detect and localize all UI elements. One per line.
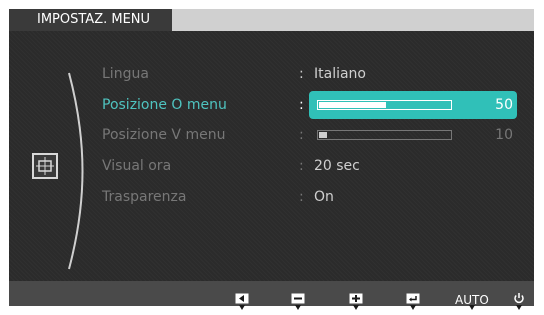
- button-indicator: [410, 305, 416, 310]
- menu-arc-decoration: [68, 72, 84, 270]
- menu-item-trasparenza[interactable]: Trasparenza : On: [102, 185, 517, 209]
- slider-fill: [319, 102, 386, 108]
- menu-item-label: Trasparenza: [102, 189, 187, 205]
- osd-menu: IMPOSTAZ. MENU Lingua : Italiano Posizio…: [9, 9, 534, 310]
- horizontal-position-slider[interactable]: [317, 100, 452, 110]
- power-button[interactable]: [513, 289, 525, 310]
- button-indicator: [469, 305, 475, 310]
- menu-item-lingua[interactable]: Lingua : Italiano: [102, 62, 517, 86]
- button-indicator: [239, 305, 245, 310]
- button-indicator: [353, 305, 359, 310]
- slider-value: 10: [495, 127, 513, 143]
- menu-item-value: Italiano: [314, 66, 366, 82]
- slider-value: 50: [495, 97, 513, 113]
- separator: :: [299, 97, 304, 113]
- menu-item-posizione-v[interactable]: Posizione V menu : 10: [102, 123, 517, 147]
- minus-button[interactable]: [291, 289, 305, 310]
- menu-position-icon: [32, 153, 58, 179]
- plus-button[interactable]: [349, 289, 363, 310]
- menu-title: IMPOSTAZ. MENU: [9, 9, 172, 31]
- menu-item-label: Lingua: [102, 66, 149, 82]
- slider-fill: [319, 132, 327, 138]
- button-guide-bar: AUTO: [9, 281, 534, 310]
- menu-item-label: Visual ora: [102, 158, 172, 174]
- minus-icon: [291, 293, 305, 304]
- menu-item-value: On: [314, 189, 334, 205]
- power-icon: [514, 293, 524, 304]
- menu-item-value: 20 sec: [314, 158, 360, 174]
- menu-item-visual-ora[interactable]: Visual ora : 20 sec: [102, 154, 517, 178]
- enter-button[interactable]: [406, 289, 420, 310]
- left-button[interactable]: [235, 289, 249, 310]
- separator: :: [299, 66, 304, 82]
- button-indicator: [295, 305, 301, 310]
- separator: :: [299, 189, 304, 205]
- menu-item-label: Posizione O menu: [102, 97, 227, 113]
- plus-icon: [349, 293, 363, 304]
- vertical-position-slider[interactable]: [317, 130, 452, 140]
- title-bar: IMPOSTAZ. MENU: [9, 9, 534, 31]
- menu-item-posizione-o[interactable]: Posizione O menu : 50: [102, 93, 517, 117]
- separator: :: [299, 158, 304, 174]
- separator: :: [299, 127, 304, 143]
- auto-button[interactable]: AUTO: [455, 289, 489, 310]
- enter-icon: [406, 293, 420, 304]
- button-indicator: [516, 305, 522, 310]
- menu-item-label: Posizione V menu: [102, 127, 226, 143]
- left-arrow-icon: [235, 293, 249, 304]
